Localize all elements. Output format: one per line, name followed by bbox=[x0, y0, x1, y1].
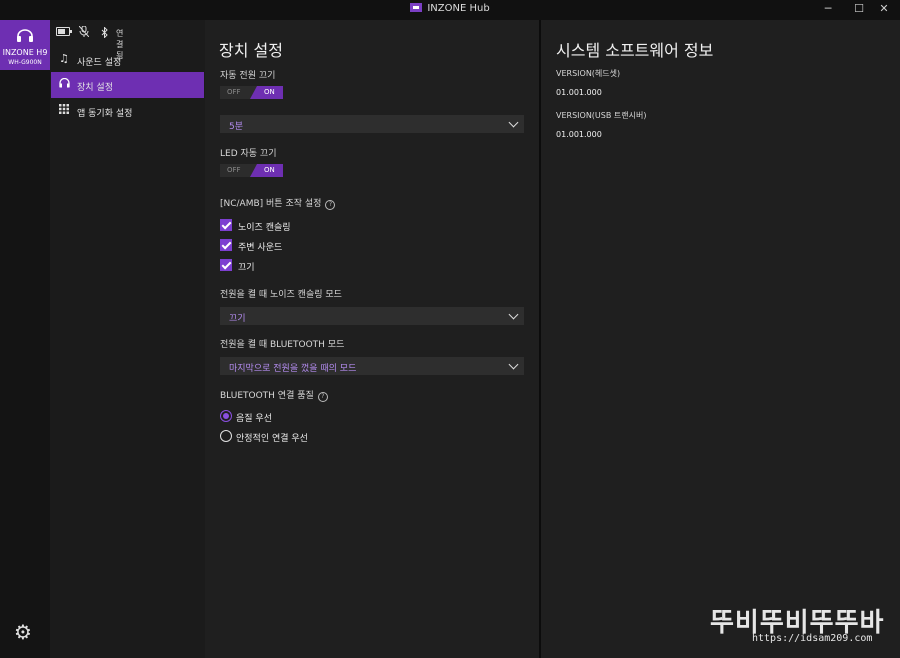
page-title: 장치 설정 bbox=[219, 41, 283, 60]
led-auto-off-toggle[interactable]: OFF ON bbox=[220, 164, 283, 177]
nc-checkbox-label: 노이즈 캔슬링 bbox=[238, 223, 291, 233]
headphones-icon bbox=[59, 77, 70, 91]
sidebar-item-app-sync-settings[interactable]: 앱 동기화 설정 bbox=[51, 98, 204, 124]
ambient-checkbox[interactable] bbox=[220, 239, 232, 251]
off-checkbox-label: 끄기 bbox=[238, 263, 255, 273]
bluetooth-icon bbox=[101, 26, 108, 40]
headset-icon bbox=[17, 29, 33, 42]
toggle-on-label: ON bbox=[264, 88, 275, 96]
headset-version-value: 01.001.000 bbox=[556, 88, 602, 97]
sidebar-item-sound-settings[interactable]: ♫ 사운드 설정 bbox=[51, 47, 204, 73]
off-checkbox[interactable] bbox=[220, 259, 232, 271]
usb-version-label: VERSION(USB 트랜시버) bbox=[556, 111, 647, 120]
chevron-down-icon bbox=[508, 117, 519, 128]
sidebar-item-label: 장치 설정 bbox=[77, 83, 113, 93]
toggle-off-label: OFF bbox=[227, 88, 241, 96]
select-value: 5분 bbox=[229, 122, 244, 132]
led-auto-off-label: LED 자동 끄기 bbox=[220, 149, 277, 159]
auto-power-off-toggle[interactable]: OFF ON bbox=[220, 86, 283, 99]
maximize-button[interactable]: ☐ bbox=[849, 2, 869, 15]
sidebar-item-label: 사운드 설정 bbox=[77, 58, 122, 68]
bt-quality-connection-label: 안정적인 연결 우선 bbox=[236, 434, 308, 444]
watermark: 뚜비뚜비뚜뚜바 https://idsam209.com bbox=[710, 602, 890, 652]
device-rail bbox=[0, 20, 50, 658]
music-note-icon: ♫ bbox=[59, 52, 69, 65]
bt-quality-sound-label: 음질 우선 bbox=[236, 414, 272, 424]
battery-icon bbox=[56, 27, 72, 36]
bt-quality-label: BLUETOOTH 연결 품질? bbox=[220, 388, 328, 402]
chevron-down-icon bbox=[508, 309, 519, 320]
window-title: INZONE Hub bbox=[0, 3, 900, 14]
inzone-logo-icon bbox=[410, 3, 423, 12]
app-title: INZONE Hub bbox=[427, 3, 490, 14]
sidebar-item-device-settings[interactable]: 장치 설정 bbox=[51, 72, 204, 98]
sidebar-item-label: 앱 동기화 설정 bbox=[77, 109, 133, 119]
ambient-checkbox-label: 주변 사운드 bbox=[238, 243, 283, 253]
system-software-title: 시스템 소프트웨어 정보 bbox=[556, 41, 714, 60]
headset-version-label: VERSION(헤드셋) bbox=[556, 69, 621, 78]
bt-quality-sound-radio[interactable] bbox=[220, 410, 232, 422]
device-tab-inzone-h9[interactable]: INZONE H9 WH-G900N bbox=[0, 20, 50, 70]
bt-quality-label-text: BLUETOOTH 연결 품질 bbox=[220, 391, 314, 401]
watermark-url: https://idsam209.com bbox=[752, 633, 873, 644]
nc-mode-on-power-select[interactable]: 끄기 bbox=[220, 307, 524, 325]
bt-quality-connection-radio[interactable] bbox=[220, 430, 232, 442]
help-icon[interactable]: ? bbox=[317, 392, 328, 402]
minimize-button[interactable]: ─ bbox=[818, 2, 838, 15]
toggle-on-label: ON bbox=[264, 166, 275, 174]
auto-power-off-label: 자동 전원 끄기 bbox=[220, 71, 276, 81]
device-name: INZONE H9 bbox=[2, 48, 48, 57]
nc-checkbox[interactable] bbox=[220, 219, 232, 231]
bt-mode-on-power-label: 전원을 켤 때 BLUETOOTH 모드 bbox=[220, 340, 345, 350]
nc-mode-on-power-label: 전원을 켤 때 노이즈 캔슬링 모드 bbox=[220, 290, 342, 300]
select-value: 마지막으로 전원을 껐을 때의 모드 bbox=[229, 364, 357, 374]
close-button[interactable]: ✕ bbox=[874, 2, 894, 15]
nc-amb-button-label-text: [NC/AMB] 버튼 조작 설정 bbox=[220, 199, 322, 209]
grid-icon bbox=[59, 104, 69, 117]
title-bar: INZONE Hub ─ ☐ ✕ bbox=[0, 0, 900, 20]
mic-muted-icon bbox=[78, 25, 90, 40]
auto-power-off-timeout-select[interactable]: 5분 bbox=[220, 115, 524, 133]
bt-mode-on-power-select[interactable]: 마지막으로 전원을 껐을 때의 모드 bbox=[220, 357, 524, 375]
settings-gear-icon[interactable]: ⚙ bbox=[14, 622, 32, 642]
toggle-off-label: OFF bbox=[227, 166, 241, 174]
help-icon[interactable]: ? bbox=[325, 200, 336, 210]
chevron-down-icon bbox=[508, 359, 519, 370]
select-value: 끄기 bbox=[229, 314, 246, 324]
nc-amb-button-label: [NC/AMB] 버튼 조작 설정? bbox=[220, 196, 336, 210]
device-model: WH-G900N bbox=[8, 59, 42, 66]
usb-version-value: 01.001.000 bbox=[556, 130, 602, 139]
